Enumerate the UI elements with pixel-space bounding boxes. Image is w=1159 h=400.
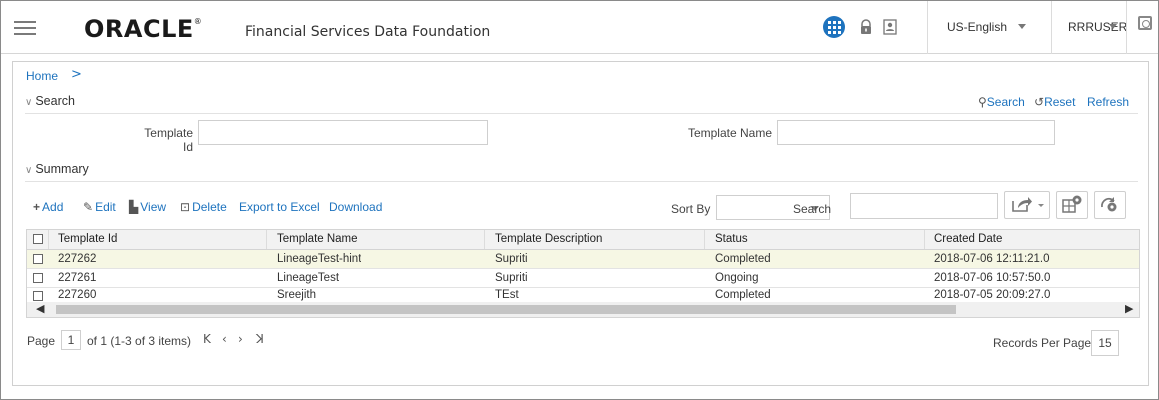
templates-table: Template Id Template Name Template Descr… <box>26 229 1140 318</box>
view-icon: ▙ <box>129 200 139 214</box>
grid-search-label: Search <box>793 202 832 216</box>
content-panel: Home > ∨ Search ⚲Search ↺Reset Refresh Te… <box>12 61 1149 386</box>
top-header: ORACLE® Financial Services Data Foundati… <box>1 1 1158 54</box>
plus-icon: + <box>33 200 41 214</box>
reset-icon: ↺ <box>1034 95 1045 109</box>
app-window: ORACLE® Financial Services Data Foundati… <box>0 0 1159 400</box>
product-title: Financial Services Data Foundation <box>245 24 491 40</box>
chevron-down-icon: ∨ <box>25 97 33 108</box>
cell-template-id: 227261 <box>58 272 97 284</box>
chevron-down-icon: ∨ <box>25 165 33 176</box>
refresh-gear-icon <box>1101 197 1117 212</box>
cell-template-description: TEst <box>495 289 519 301</box>
header-divider <box>1126 1 1127 54</box>
edit-icon: ✎ <box>83 200 94 214</box>
next-page-icon[interactable]: › <box>238 332 243 346</box>
search-icon: ⚲ <box>978 95 987 109</box>
refresh-link[interactable]: Refresh <box>1087 95 1129 109</box>
cell-status: Completed <box>715 253 771 265</box>
cell-created-date: 2018-07-05 20:09:27.0 <box>934 289 1051 301</box>
share-export-icon <box>1012 197 1044 212</box>
row-checkbox[interactable] <box>33 291 43 301</box>
hamburger-menu-icon[interactable] <box>14 21 36 35</box>
previous-page-icon[interactable]: ‹ <box>222 332 227 346</box>
applications-grid-icon[interactable] <box>823 16 845 38</box>
last-page-icon[interactable]: ꓘ <box>256 332 264 346</box>
view-button[interactable]: ▙ View <box>129 200 166 214</box>
sort-by-label: Sort By <box>671 202 711 216</box>
page-number-input[interactable]: 1 <box>61 330 81 350</box>
divider <box>25 113 1138 114</box>
cell-template-name: LineageTest <box>277 272 340 284</box>
trash-icon: ⊡ <box>180 200 191 214</box>
table-row[interactable]: 227262 LineageTest-hint Supriti Complete… <box>27 250 1139 269</box>
lock-icon[interactable] <box>859 19 873 35</box>
column-header[interactable]: Status <box>715 230 748 249</box>
language-selector[interactable]: US-English <box>947 20 1007 34</box>
template-id-label: Template Id <box>144 126 193 154</box>
oracle-logo: ORACLE® <box>84 15 203 43</box>
section-title: Search <box>35 94 75 108</box>
scrollbar-thumb[interactable] <box>56 305 956 314</box>
template-name-label: Template Name <box>687 126 772 140</box>
template-id-input[interactable] <box>198 120 488 145</box>
table-header-row: Template Id Template Name Template Descr… <box>27 230 1139 250</box>
search-section-header[interactable]: ∨ Search <box>25 94 75 108</box>
export-menu-button[interactable] <box>1004 191 1050 219</box>
cell-status: Ongoing <box>715 272 759 284</box>
cell-template-id: 227262 <box>58 253 97 265</box>
column-settings-button[interactable] <box>1056 191 1088 219</box>
breadcrumb-home[interactable]: Home <box>26 69 58 83</box>
first-page-icon[interactable]: K <box>203 332 211 346</box>
column-header[interactable]: Template Name <box>277 230 358 249</box>
chevron-down-icon[interactable] <box>1018 24 1026 29</box>
cell-status: Completed <box>715 289 771 301</box>
edit-button[interactable]: ✎ Edit <box>83 200 116 214</box>
cell-template-name: Sreejith <box>277 289 316 301</box>
summary-section-header[interactable]: ∨ Summary <box>25 162 89 176</box>
column-header[interactable]: Template Description <box>495 230 602 249</box>
search-link[interactable]: ⚲Search <box>978 95 1025 109</box>
cell-created-date: 2018-07-06 12:11:21.0 <box>934 253 1050 265</box>
export-to-excel-button[interactable]: Export to Excel <box>239 200 320 214</box>
refresh-settings-button[interactable] <box>1094 191 1126 219</box>
header-divider <box>927 1 928 54</box>
cell-template-name: LineageTest-hint <box>277 253 362 265</box>
scroll-right-icon[interactable]: ▶ <box>1125 302 1133 315</box>
cell-created-date: 2018-07-06 10:57:50.0 <box>934 272 1051 284</box>
column-header[interactable]: Template Id <box>58 230 117 249</box>
section-title: Summary <box>35 162 89 176</box>
reset-link[interactable]: ↺Reset <box>1034 95 1075 109</box>
page-count-text: of 1 (1-3 of 3 items) <box>87 334 192 348</box>
table-row[interactable]: 227261 LineageTest Supriti Ongoing 2018-… <box>27 269 1139 288</box>
logout-icon[interactable] <box>1138 16 1152 30</box>
chevron-down-icon[interactable] <box>1109 24 1117 29</box>
user-profile-icon[interactable] <box>883 19 897 35</box>
records-per-page-input[interactable]: 15 <box>1091 330 1119 356</box>
cell-template-id: 227260 <box>58 289 97 301</box>
cell-template-description: Supriti <box>495 253 528 265</box>
records-per-page-label: Records Per Page <box>993 336 1092 350</box>
row-checkbox[interactable] <box>33 254 43 264</box>
grid-search-input[interactable] <box>850 193 998 219</box>
template-name-input[interactable] <box>777 120 1055 145</box>
user-menu[interactable]: RRRUSER <box>1068 20 1127 34</box>
download-button[interactable]: Download <box>329 200 382 214</box>
divider <box>25 181 1138 182</box>
select-all-checkbox[interactable] <box>33 234 43 244</box>
cell-template-description: Supriti <box>495 272 528 284</box>
row-checkbox[interactable] <box>33 273 43 283</box>
horizontal-scrollbar[interactable]: ◀ ▶ <box>27 302 1139 317</box>
breadcrumb-separator: > <box>71 67 82 82</box>
delete-button[interactable]: ⊡ Delete <box>180 200 227 214</box>
scroll-left-icon[interactable]: ◀ <box>36 302 44 315</box>
page-label: Page <box>27 334 56 348</box>
add-button[interactable]: + Add <box>33 200 63 214</box>
header-divider <box>1051 1 1052 54</box>
column-header[interactable]: Created Date <box>934 230 1002 249</box>
grid-settings-icon <box>1062 195 1082 213</box>
